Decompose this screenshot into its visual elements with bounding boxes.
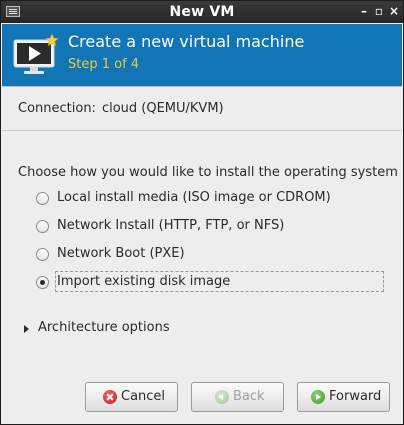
section-divider <box>2 130 402 131</box>
forward-button-label: Forward <box>329 389 382 404</box>
wizard-step-indicator: Step 1 of 4 <box>68 57 140 72</box>
wizard-header-banner: Create a new virtual machine Step 1 of 4 <box>2 24 402 86</box>
install-method-prompt: Choose how you would like to install the… <box>18 165 398 180</box>
radio-label[interactable]: Network Install (HTTP, FTP, or NFS) <box>57 218 284 233</box>
wizard-heading: Create a new virtual machine <box>68 32 305 51</box>
radio-button[interactable] <box>36 220 49 233</box>
forward-arrow-icon <box>311 390 325 404</box>
cancel-button-label: Cancel <box>121 389 166 404</box>
header-divider <box>2 86 402 87</box>
maximize-icon[interactable]: ▫ <box>372 3 386 19</box>
connection-row: Connection: cloud (QEMU/KVM) <box>18 101 224 116</box>
architecture-options-label[interactable]: Architecture options <box>38 320 170 335</box>
window-title: New VM <box>169 4 235 20</box>
connection-label: Connection: <box>18 101 96 116</box>
forward-button[interactable]: Forward <box>297 382 390 412</box>
back-button-label: Back <box>233 389 265 404</box>
cancel-button[interactable]: Cancel <box>85 382 178 412</box>
radio-label[interactable]: Local install media (ISO image or CDROM) <box>57 190 331 205</box>
close-icon[interactable]: × <box>387 3 401 19</box>
radio-button[interactable] <box>36 192 49 205</box>
connection-value: cloud (QEMU/KVM) <box>101 101 224 116</box>
radio-button-selected[interactable] <box>36 276 49 289</box>
minimize-icon[interactable]: – <box>357 3 371 19</box>
expander-arrow-icon[interactable] <box>24 325 29 333</box>
title-bar[interactable]: New VM – ▫ × <box>1 1 403 23</box>
radio-button[interactable] <box>36 248 49 261</box>
back-button[interactable]: Back <box>191 382 284 412</box>
cancel-icon <box>103 390 117 404</box>
radio-label[interactable]: Import existing disk image <box>57 274 230 289</box>
back-arrow-icon <box>215 390 229 404</box>
virtual-machine-new-icon <box>13 33 59 74</box>
new-vm-window: New VM – ▫ × Create a new virtual machin… <box>0 0 404 425</box>
radio-label[interactable]: Network Boot (PXE) <box>57 246 185 261</box>
